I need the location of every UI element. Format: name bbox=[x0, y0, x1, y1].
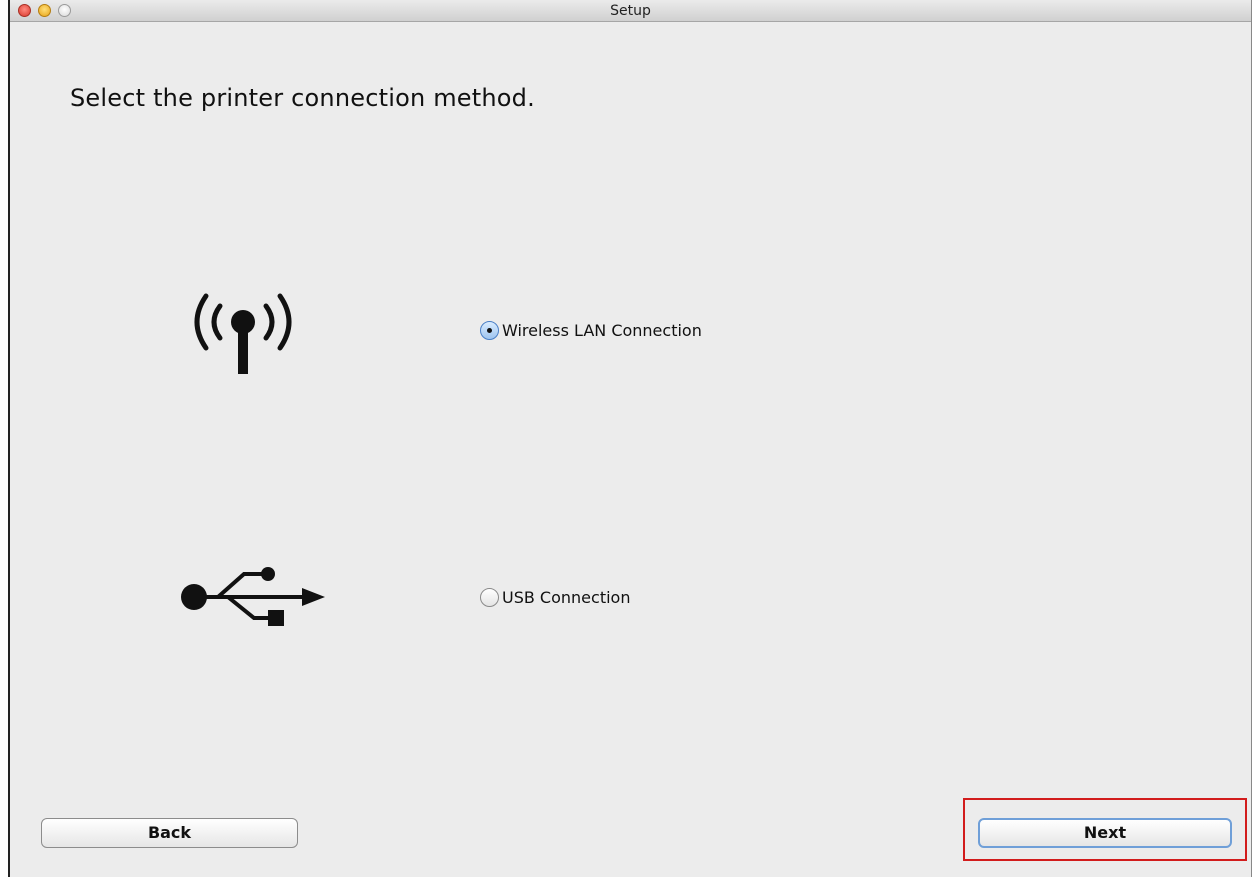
back-button[interactable]: Back bbox=[41, 818, 298, 848]
wireless-lan-option[interactable]: Wireless LAN Connection bbox=[480, 321, 702, 340]
usb-label[interactable]: USB Connection bbox=[502, 588, 630, 607]
setup-window: Setup Select the printer connection meth… bbox=[8, 0, 1252, 877]
wireless-antenna-icon bbox=[194, 293, 292, 374]
usb-option[interactable]: USB Connection bbox=[480, 588, 630, 607]
next-button[interactable]: Next bbox=[978, 818, 1232, 848]
wireless-lan-radio[interactable] bbox=[480, 321, 499, 340]
usb-icon bbox=[181, 567, 325, 626]
title-bar: Setup bbox=[10, 0, 1251, 22]
wireless-lan-label[interactable]: Wireless LAN Connection bbox=[502, 321, 702, 340]
window-title: Setup bbox=[610, 3, 651, 19]
page-heading: Select the printer connection method. bbox=[70, 84, 535, 112]
usb-radio[interactable] bbox=[480, 588, 499, 607]
